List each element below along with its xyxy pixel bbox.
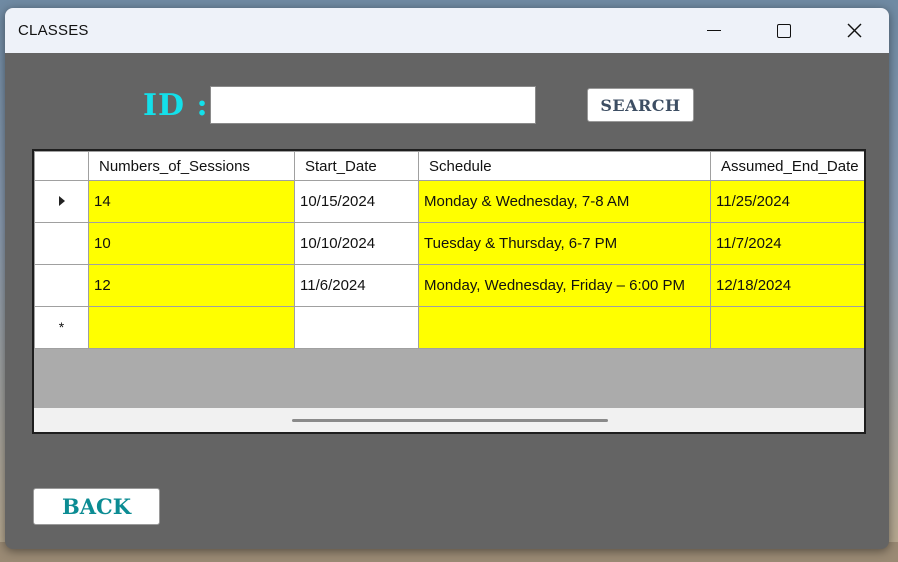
- close-icon: [847, 23, 861, 38]
- cell-end-date[interactable]: 11/7/2024: [710, 222, 864, 265]
- new-row-marker-icon: *: [58, 319, 65, 335]
- back-button[interactable]: BACK: [33, 488, 160, 525]
- table-row[interactable]: 10 10/10/2024 Tuesday & Thursday, 6-7 PM…: [34, 222, 864, 265]
- new-row[interactable]: *: [34, 306, 864, 349]
- scrollbar-thumb[interactable]: [292, 419, 608, 422]
- cell-schedule[interactable]: Monday & Wednesday, 7-8 AM: [418, 180, 711, 223]
- window-title: CLASSES: [18, 22, 89, 39]
- row-header[interactable]: [34, 180, 89, 223]
- table-row[interactable]: 12 11/6/2024 Monday, Wednesday, Friday –…: [34, 264, 864, 307]
- cell-sessions[interactable]: [88, 306, 295, 349]
- row-header[interactable]: [34, 264, 89, 307]
- cell-schedule[interactable]: Tuesday & Thursday, 6-7 PM: [418, 222, 711, 265]
- close-button[interactable]: [819, 8, 889, 53]
- classes-window: CLASSES ID : SEARCH Numbers_of_Sessions …: [5, 8, 889, 549]
- classes-table: Numbers_of_Sessions Start_Date Schedule …: [34, 151, 864, 349]
- cell-sessions[interactable]: 12: [88, 264, 295, 307]
- cell-end-date[interactable]: 12/18/2024: [710, 264, 864, 307]
- cell-schedule[interactable]: [418, 306, 711, 349]
- id-input[interactable]: [210, 86, 536, 124]
- horizontal-scrollbar[interactable]: [34, 408, 864, 432]
- maximize-button[interactable]: [749, 8, 819, 53]
- cell-start-date[interactable]: 10/15/2024: [294, 180, 419, 223]
- cell-start-date[interactable]: 11/6/2024: [294, 264, 419, 307]
- column-header-schedule[interactable]: Schedule: [418, 151, 711, 181]
- cell-start-date[interactable]: [294, 306, 419, 349]
- cell-sessions[interactable]: 10: [88, 222, 295, 265]
- row-header[interactable]: [34, 222, 89, 265]
- cell-sessions[interactable]: 14: [88, 180, 295, 223]
- cell-end-date[interactable]: 11/25/2024: [710, 180, 864, 223]
- id-label: ID :: [143, 88, 209, 123]
- table-row[interactable]: 14 10/15/2024 Monday & Wednesday, 7-8 AM…: [34, 180, 864, 223]
- column-header-numbers-of-sessions[interactable]: Numbers_of_Sessions: [88, 151, 295, 181]
- search-button[interactable]: SEARCH: [587, 88, 694, 122]
- caption-buttons: [679, 8, 889, 53]
- current-row-arrow-icon: [58, 196, 65, 206]
- corner-header[interactable]: [34, 151, 89, 181]
- cell-end-date[interactable]: [710, 306, 864, 349]
- column-header-start-date[interactable]: Start_Date: [294, 151, 419, 181]
- classes-grid[interactable]: Numbers_of_Sessions Start_Date Schedule …: [32, 149, 866, 434]
- cell-start-date[interactable]: 10/10/2024: [294, 222, 419, 265]
- header-row: Numbers_of_Sessions Start_Date Schedule …: [34, 151, 864, 181]
- minimize-button[interactable]: [679, 8, 749, 53]
- column-header-assumed-end-date[interactable]: Assumed_End_Date: [710, 151, 864, 181]
- row-header[interactable]: *: [34, 306, 89, 349]
- title-bar[interactable]: CLASSES: [5, 8, 889, 53]
- cell-schedule[interactable]: Monday, Wednesday, Friday – 6:00 PM: [418, 264, 711, 307]
